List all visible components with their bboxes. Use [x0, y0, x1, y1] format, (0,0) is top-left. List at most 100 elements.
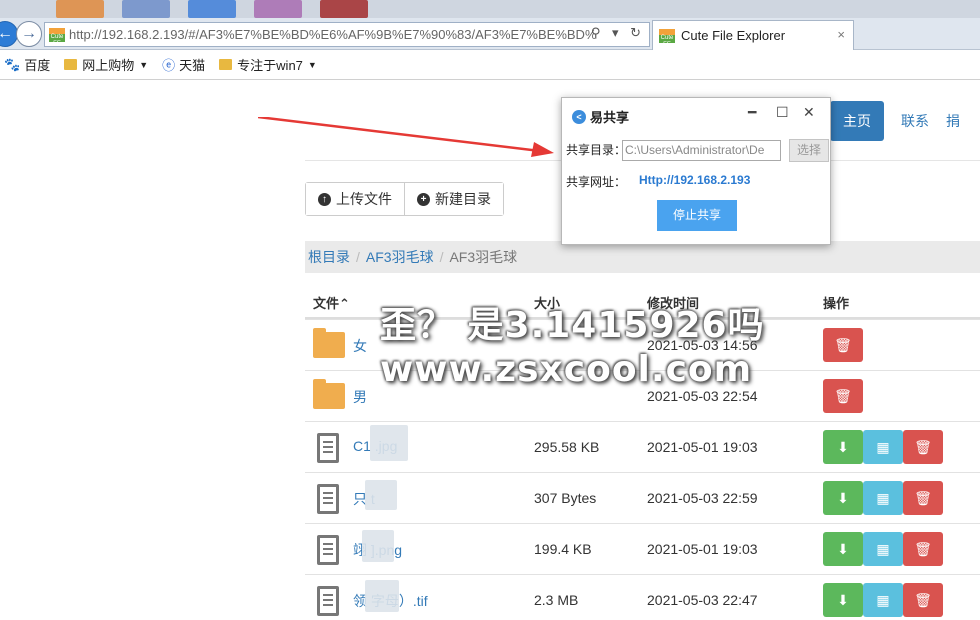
stop-sharing-button[interactable]: 停止共享: [657, 200, 737, 231]
new-directory-label: 新建目录: [435, 191, 491, 207]
row-actions: ⬇ ▦ 🗑: [823, 532, 943, 566]
address-actions[interactable]: ⚲ ▾ ↻: [591, 25, 645, 41]
table-row: 只 t 307 Bytes 2021-05-03 22:59 ⬇ ▦ 🗑: [305, 472, 980, 523]
header-file[interactable]: 文件⌃: [313, 293, 350, 312]
watermark-line1: 歪？ 是3.1415926吗: [380, 305, 765, 346]
bookmark-label: 天猫: [179, 58, 206, 73]
breadcrumb-separator: /: [356, 249, 360, 265]
thumbnail[interactable]: [122, 0, 170, 18]
dialog-title-text: 易共享: [590, 110, 630, 125]
bookmark-win7[interactable]: 专注于win7 ▼: [219, 55, 317, 74]
url-text[interactable]: http://192.168.2.193/#/AF3%E7%BE%BD%E6%A…: [69, 27, 595, 42]
header-file-label: 文件: [313, 296, 340, 311]
plus-icon: +: [417, 192, 430, 206]
thumbnail[interactable]: [188, 0, 236, 18]
bookmark-tmall[interactable]: ⓔ 天猫: [162, 55, 205, 74]
delete-button[interactable]: 🗑: [903, 532, 943, 566]
privacy-blur: [365, 580, 399, 612]
forward-button[interactable]: →: [16, 21, 42, 47]
share-url-label: 共享网址：: [566, 175, 627, 189]
delete-button[interactable]: 🗑: [903, 583, 943, 617]
file-size: 307 Bytes: [534, 490, 597, 506]
favicon-icon: Cute FE: [659, 28, 675, 48]
chevron-down-icon: ▼: [307, 59, 317, 70]
header-ops: 操作: [823, 296, 850, 311]
bookmark-label: 百度: [24, 58, 51, 73]
choose-button[interactable]: 选择: [789, 139, 829, 162]
download-button[interactable]: ⬇: [823, 430, 863, 464]
breadcrumb: 根目录 / AF3羽毛球 / AF3羽毛球: [305, 241, 980, 273]
breadcrumb-separator: /: [439, 249, 444, 265]
share-url-link[interactable]: Http://192.168.2.193: [639, 173, 750, 187]
browser-address-row: ← → Cute FE http://192.168.2.193/#/AF3%E…: [0, 18, 980, 50]
tab-close-icon[interactable]: ×: [837, 27, 845, 42]
baidu-icon: 🐾: [4, 56, 21, 72]
folder-icon: [313, 379, 345, 409]
privacy-blur: [370, 425, 408, 461]
qrcode-button[interactable]: ▦: [863, 481, 903, 515]
file-name-link[interactable]: 男: [353, 387, 367, 407]
nav-home[interactable]: 主页: [830, 101, 884, 141]
document-icon: [317, 433, 339, 463]
share-dir-label: 共享目录：: [566, 143, 627, 157]
file-size: 295.58 KB: [534, 439, 600, 455]
row-actions: ⬇ ▦ 🗑: [823, 583, 943, 617]
tab-title: Cute File Explorer: [681, 28, 786, 43]
delete-button[interactable]: 🗑: [823, 328, 863, 362]
file-size: 2.3 MB: [534, 592, 579, 608]
upload-label: 上传文件: [336, 191, 392, 207]
row-actions: 🗑: [823, 328, 863, 362]
document-icon: [317, 535, 339, 565]
thumbnail[interactable]: [254, 0, 302, 18]
qrcode-button[interactable]: ▦: [863, 430, 903, 464]
nav-donate[interactable]: 捐: [946, 111, 960, 131]
folder-icon: [219, 59, 233, 70]
breadcrumb-root[interactable]: 根目录: [308, 247, 350, 267]
delete-button[interactable]: 🗑: [903, 430, 943, 464]
download-button[interactable]: ⬇: [823, 481, 863, 515]
share-dialog: < 易共享 ━ ☐ ✕ 共享目录： C:\Users\Administrator…: [561, 97, 831, 245]
top-nav: 主页 联系 捐: [830, 101, 960, 141]
file-mtime: 2021-05-03 22:59: [647, 490, 758, 506]
browser-tab[interactable]: Cute FE Cute File Explorer ×: [652, 20, 854, 50]
row-actions: ⬇ ▦ 🗑: [823, 481, 943, 515]
breadcrumb-level1[interactable]: AF3羽毛球: [366, 247, 434, 267]
bookmark-shopping[interactable]: 网上购物 ▼: [64, 55, 148, 74]
share-dir-input[interactable]: C:\Users\Administrator\De: [622, 140, 781, 161]
privacy-blur: [365, 480, 397, 510]
minimize-button[interactable]: ━: [748, 104, 756, 121]
download-button[interactable]: ⬇: [823, 583, 863, 617]
maximize-button[interactable]: ☐: [776, 104, 789, 121]
delete-button[interactable]: 🗑: [903, 481, 943, 515]
chevron-down-icon: ▼: [139, 59, 149, 70]
file-name-link[interactable]: 女: [353, 336, 367, 356]
folder-icon: [64, 59, 78, 70]
annotation-arrow: [258, 117, 554, 157]
document-icon: [317, 484, 339, 514]
bookmark-label: 专注于win7: [237, 58, 303, 73]
thumbnail[interactable]: [320, 0, 368, 18]
new-directory-button[interactable]: + 新建目录: [404, 183, 503, 215]
privacy-blur: [362, 530, 394, 562]
bookmark-label: 网上购物: [82, 58, 135, 73]
row-actions: 🗑: [823, 379, 863, 413]
watermark-line2: www.zsxcool.com: [380, 349, 753, 390]
document-icon: [317, 586, 339, 616]
file-mtime: 2021-05-01 19:03: [647, 541, 758, 557]
upload-button[interactable]: ↑ 上传文件: [306, 183, 404, 215]
watermark: 歪？ 是3.1415926吗 www.zsxcool.com: [380, 304, 765, 392]
bookmark-baidu[interactable]: 🐾 百度: [4, 55, 50, 74]
thumbnail[interactable]: [56, 0, 104, 18]
bookmarks-bar: 🐾 百度 网上购物 ▼ ⓔ 天猫 专注于win7 ▼: [0, 50, 980, 80]
delete-button[interactable]: 🗑: [823, 379, 863, 413]
qrcode-button[interactable]: ▦: [863, 532, 903, 566]
breadcrumb-current: AF3羽毛球: [449, 249, 518, 265]
download-button[interactable]: ⬇: [823, 532, 863, 566]
table-row: 领 字母）.tif 2.3 MB 2021-05-03 22:47 ⬇ ▦ 🗑: [305, 574, 980, 620]
thumbnail-row: [56, 0, 368, 18]
close-button[interactable]: ✕: [803, 104, 815, 121]
qrcode-button[interactable]: ▦: [863, 583, 903, 617]
file-mtime: 2021-05-03 22:47: [647, 592, 758, 608]
nav-contact[interactable]: 联系: [901, 111, 929, 131]
address-bar[interactable]: Cute FE http://192.168.2.193/#/AF3%E7%BE…: [44, 22, 650, 47]
